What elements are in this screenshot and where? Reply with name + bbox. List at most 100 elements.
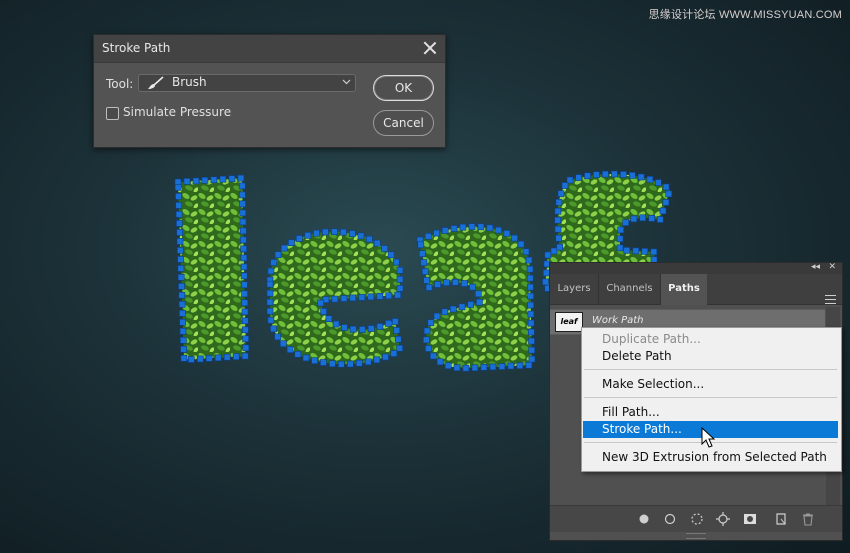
anchor-point <box>425 345 432 352</box>
brush-icon <box>148 76 164 89</box>
anchor-point <box>239 218 247 226</box>
anchor-point <box>240 272 248 280</box>
dialog-title-bar: Stroke Path <box>94 35 445 63</box>
glyph-a <box>420 226 532 369</box>
anchor-point <box>433 312 441 320</box>
anchor-point <box>228 175 236 182</box>
anchor-point <box>232 353 240 360</box>
anchor-point <box>332 320 340 328</box>
anchor-point <box>187 356 195 363</box>
menu-item-fill-path[interactable]: Fill Path... <box>583 404 838 421</box>
anchor-point <box>374 239 381 247</box>
anchor-point <box>177 265 185 272</box>
anchor-point <box>329 360 336 367</box>
anchor-point <box>340 295 348 302</box>
menu-item-duplicate-path[interactable]: Duplicate Path... <box>583 331 838 348</box>
anchor-point <box>267 267 275 275</box>
simulate-pressure-checkbox[interactable] <box>106 107 119 120</box>
anchor-point <box>313 229 320 237</box>
anchor-point <box>367 293 375 301</box>
anchor-point <box>436 358 444 366</box>
anchor-point <box>270 325 277 333</box>
panel-header-bar: ◂◂ ✕ <box>550 262 842 274</box>
anchor-point <box>358 326 366 333</box>
panel-resize-grip[interactable] <box>686 533 706 539</box>
anchor-point <box>214 354 222 362</box>
anchor-point <box>650 248 658 256</box>
anchor-point <box>302 354 310 362</box>
anchor-point <box>507 362 515 370</box>
anchor-point <box>602 170 609 178</box>
anchor-point <box>274 251 282 258</box>
new-path-icon[interactable] <box>774 512 788 526</box>
anchor-point <box>396 267 404 274</box>
delete-icon[interactable] <box>801 512 815 526</box>
anchor-point <box>201 176 209 184</box>
anchor-point <box>280 244 288 252</box>
menu-item-new-3d-extrusion[interactable]: New 3D Extrusion from Selected Path <box>583 449 838 466</box>
anchor-point <box>433 229 440 237</box>
anchor-point <box>423 277 431 284</box>
anchor-point <box>423 327 431 335</box>
anchor-point <box>420 259 428 266</box>
anchor-point <box>192 177 200 185</box>
anchor-point <box>527 301 535 309</box>
anchor-point <box>376 323 384 330</box>
load-selection-icon[interactable] <box>690 512 704 526</box>
anchor-point <box>325 315 333 322</box>
anchor-point <box>486 224 494 232</box>
fill-path-icon[interactable] <box>637 512 651 526</box>
anchor-point <box>542 278 549 286</box>
collapse-icon[interactable]: ◂◂ <box>811 262 820 273</box>
anchor-point <box>517 240 525 248</box>
close-icon[interactable]: ✕ <box>828 262 836 273</box>
anchor-point <box>495 226 502 234</box>
anchor-point <box>393 258 400 266</box>
anchor-point <box>241 299 249 307</box>
anchor-point <box>522 248 530 255</box>
stroke-path-icon[interactable] <box>663 512 677 526</box>
anchor-point <box>366 235 373 243</box>
anchor-point <box>421 268 429 275</box>
anchor-point <box>239 191 246 199</box>
anchor-point <box>382 353 389 361</box>
anchor-point <box>393 327 400 334</box>
simulate-pressure-label: Simulate Pressure <box>123 105 232 119</box>
anchor-point <box>356 359 363 367</box>
anchor-point <box>544 251 552 259</box>
cancel-button[interactable]: Cancel <box>373 110 434 136</box>
anchor-point <box>394 336 402 343</box>
anchor-point <box>452 279 459 286</box>
tab-channels[interactable]: Channels <box>599 274 661 304</box>
anchor-point <box>238 182 246 190</box>
anchor-point <box>176 229 184 236</box>
anchor-point <box>296 235 303 242</box>
close-icon[interactable] <box>423 41 437 55</box>
anchor-point <box>561 182 569 189</box>
anchor-point <box>304 232 312 239</box>
anchor-point <box>425 284 433 291</box>
anchor-point <box>566 176 574 184</box>
make-work-path-icon[interactable] <box>716 512 730 526</box>
anchor-point <box>376 293 384 300</box>
anchor-point <box>646 176 654 183</box>
anchor-point <box>174 184 182 191</box>
anchor-point <box>390 350 398 357</box>
anchor-point <box>331 228 338 235</box>
anchor-point <box>239 200 246 208</box>
anchor-point <box>239 227 247 235</box>
anchor-point <box>434 281 441 288</box>
menu-item-make-selection[interactable]: Make Selection... <box>583 376 838 393</box>
tab-paths[interactable]: Paths <box>661 274 707 305</box>
anchor-point <box>616 235 624 243</box>
anchor-point <box>320 359 327 366</box>
tab-layers[interactable]: Layers <box>550 274 599 304</box>
ok-button[interactable]: OK <box>373 75 434 101</box>
menu-item-delete-path[interactable]: Delete Path <box>583 348 838 365</box>
chevron-down-icon <box>342 79 351 85</box>
add-mask-icon[interactable] <box>743 512 757 526</box>
anchor-point <box>623 247 631 254</box>
panel-menu-icon[interactable] <box>825 295 836 304</box>
tool-select[interactable]: Brush <box>138 74 356 92</box>
anchor-point <box>617 226 625 234</box>
